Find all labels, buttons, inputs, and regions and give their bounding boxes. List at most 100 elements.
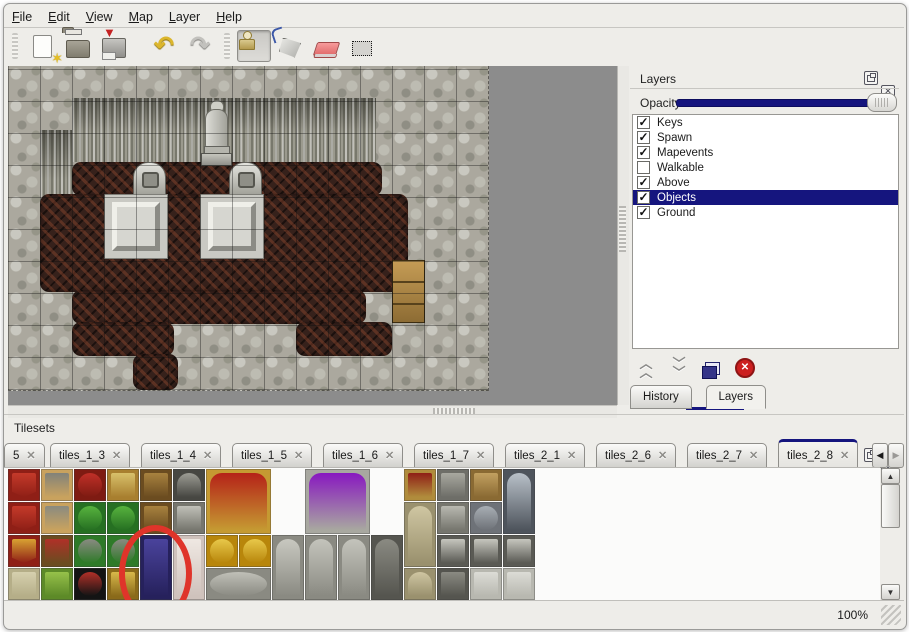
layer-list[interactable]: ✓Keys✓Spawn✓MapeventsWalkable✓Above✓Obje… (632, 114, 899, 349)
layer-row-objects[interactable]: ✓Objects (633, 190, 898, 205)
tile-purple-throne[interactable] (305, 469, 370, 534)
tile-iron-gate[interactable] (173, 469, 205, 501)
layer-visibility-checkbox[interactable]: ✓ (637, 146, 650, 159)
tab-close-icon[interactable]: ✕ (385, 449, 394, 462)
tab-close-icon[interactable]: ✕ (26, 449, 35, 462)
tab-close-icon[interactable]: ✕ (112, 449, 121, 462)
tile-gold-necklace[interactable] (206, 535, 238, 567)
layer-visibility-checkbox[interactable]: ✓ (637, 206, 650, 219)
tile-palm-plant[interactable] (74, 502, 106, 534)
dock-tab-layers[interactable]: Layers (706, 385, 767, 409)
layer-visibility-checkbox[interactable]: ✓ (637, 131, 650, 144)
tile-armor-pile[interactable] (470, 502, 502, 534)
delete-layer-button[interactable]: ✕ (733, 356, 757, 380)
new-button[interactable] (25, 30, 59, 62)
layer-visibility-checkbox[interactable]: ✓ (637, 116, 650, 129)
open-button[interactable] (61, 30, 95, 62)
tab-close-icon[interactable]: ✕ (749, 449, 758, 462)
tile-boulder[interactable] (206, 568, 271, 600)
tile-red-banner-top[interactable] (8, 469, 40, 501)
tile-loom[interactable] (41, 469, 73, 501)
menu-help[interactable]: Help (216, 10, 242, 24)
menu-map[interactable]: Map (129, 10, 153, 24)
layer-visibility-checkbox[interactable]: ✓ (637, 191, 650, 204)
tile-red-banner-bottom[interactable] (8, 502, 40, 534)
tile-gargoyle[interactable] (371, 535, 403, 600)
palette-scroll-down-button[interactable]: ▼ (881, 584, 900, 600)
layer-row-spawn[interactable]: ✓Spawn (633, 130, 898, 145)
tile-potted-plant[interactable] (107, 535, 139, 567)
tile-wooden-desk[interactable] (470, 469, 502, 501)
tileset-tab-tiles_2_8[interactable]: tiles_2_8✕ (778, 439, 858, 467)
move-layer-down-button[interactable]: ﹀﹀ (667, 356, 691, 380)
tileset-tab-5[interactable]: 5✕ (4, 443, 45, 467)
toolbar-drag-handle[interactable] (12, 33, 18, 59)
tile-gold-cross[interactable] (107, 568, 139, 600)
tab-close-icon[interactable]: ✕ (658, 449, 667, 462)
tile-gold-pile[interactable] (239, 535, 271, 567)
tab-scroll-right-button[interactable]: ▶ (888, 443, 904, 468)
tile-angel-statue-right[interactable] (338, 535, 370, 600)
tile-stone-pillar[interactable] (437, 568, 469, 600)
tile-metal-tray[interactable] (437, 502, 469, 534)
menu-view[interactable]: View (86, 10, 113, 24)
tile-gray-drawers[interactable] (437, 469, 469, 501)
tile-hooded-statue[interactable] (272, 535, 304, 600)
palette-scroll-up-button[interactable]: ▲ (881, 468, 900, 484)
layer-row-ground[interactable]: ✓Ground (633, 205, 898, 220)
tab-close-icon[interactable]: ✕ (476, 449, 485, 462)
tileset-palette[interactable] (4, 467, 880, 601)
tab-scroll-left-button[interactable]: ◀ (872, 443, 888, 468)
tileset-tab-tiles_1_4[interactable]: tiles_1_4✕ (141, 443, 221, 467)
tile-leafy-plant[interactable] (107, 502, 139, 534)
layer-visibility-checkbox[interactable] (637, 161, 650, 174)
opacity-slider-handle[interactable] (867, 93, 897, 112)
tile-crest-banner[interactable] (8, 535, 40, 567)
layer-row-above[interactable]: ✓Above (633, 175, 898, 190)
tile-gold-mirror[interactable] (107, 469, 139, 501)
tile-bookshelf[interactable] (41, 535, 73, 567)
layers-panel-float-icon[interactable] (864, 71, 878, 85)
opacity-slider-track[interactable] (676, 99, 871, 107)
dock-tab-history[interactable]: History (630, 385, 692, 409)
tile-wooden-door-top[interactable] (140, 469, 172, 501)
tile-stone-wall-top-2[interactable] (470, 535, 502, 567)
tile-stone-wall-face[interactable] (470, 568, 502, 600)
tile-obelisk-small[interactable] (404, 568, 436, 600)
tile-iron-bed[interactable] (173, 502, 205, 534)
tile-stone-wall-face-2[interactable] (503, 568, 535, 600)
tile-stone-wall-top-3[interactable] (503, 535, 535, 567)
tile-wooden-door-bottom[interactable] (140, 502, 172, 534)
tileset-tab-tiles_2_7[interactable]: tiles_2_7✕ (687, 443, 767, 467)
fill-tool-button[interactable] (273, 30, 307, 62)
layer-row-walkable[interactable]: Walkable (633, 160, 898, 175)
menu-file[interactable]: File (12, 10, 32, 24)
tile-white-bed[interactable] (173, 535, 205, 600)
menu-edit[interactable]: Edit (48, 10, 70, 24)
tile-angel-statue-left[interactable] (305, 535, 337, 600)
window-resize-grip[interactable] (881, 605, 901, 625)
tile-purple-door[interactable] (140, 535, 172, 600)
layer-row-keys[interactable]: ✓Keys (633, 115, 898, 130)
tab-close-icon[interactable]: ✕ (840, 449, 849, 462)
tileset-tab-tiles_1_7[interactable]: tiles_1_7✕ (414, 443, 494, 467)
tile-potted-palm[interactable] (74, 535, 106, 567)
tileset-tab-tiles_2_1[interactable]: tiles_2_1✕ (505, 443, 585, 467)
tile-red-cushion[interactable] (74, 469, 106, 501)
duplicate-layer-button[interactable] (700, 356, 724, 380)
tile-red-throne[interactable] (206, 469, 271, 534)
layer-row-mapevents[interactable]: ✓Mapevents (633, 145, 898, 160)
tile-armor-suit[interactable] (503, 469, 535, 534)
save-button[interactable] (97, 30, 131, 62)
tile-parchment[interactable] (8, 568, 40, 600)
tile-stone-wall-top[interactable] (437, 535, 469, 567)
layer-visibility-checkbox[interactable]: ✓ (637, 176, 650, 189)
tileset-tab-tiles_2_6[interactable]: tiles_2_6✕ (596, 443, 676, 467)
tab-close-icon[interactable]: ✕ (567, 449, 576, 462)
tileset-tab-tiles_1_6[interactable]: tiles_1_6✕ (323, 443, 403, 467)
eraser-tool-button[interactable] (309, 30, 343, 62)
redo-button[interactable]: ↷ (183, 30, 217, 62)
tileset-tab-tiles_1_3[interactable]: tiles_1_3✕ (50, 443, 130, 467)
move-layer-up-button[interactable]: ︿︿ (634, 356, 658, 380)
vertical-splitter-grip[interactable] (619, 206, 626, 252)
